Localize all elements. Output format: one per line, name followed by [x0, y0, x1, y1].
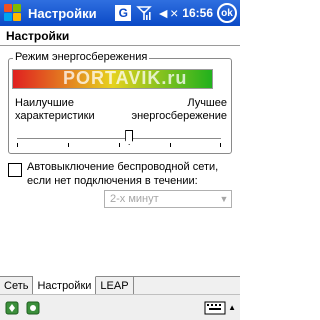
power-mode-legend: Режим энергосбережения: [13, 51, 150, 63]
watermark-text: PORTAVIK.ru: [63, 68, 188, 88]
wireless-icon[interactable]: [24, 299, 42, 317]
slider-tick: [220, 143, 221, 147]
slider-tick: [17, 143, 18, 147]
windows-start-icon[interactable]: [3, 3, 23, 23]
slider-tick: [119, 143, 120, 147]
timeout-dropdown-value: 2-х минут: [110, 193, 159, 205]
auto-off-checkbox[interactable]: [8, 163, 22, 177]
volume-icon[interactable]: ◄×: [156, 5, 178, 21]
auto-off-label: Автовыключение беспроводной сети, если н…: [27, 161, 219, 187]
tab-leap[interactable]: LEAP: [96, 276, 134, 295]
tab-bar: Сеть Настройки LEAP: [0, 275, 240, 295]
keyboard-icon[interactable]: ▲: [204, 301, 236, 315]
gprs-icon[interactable]: G: [115, 5, 132, 21]
ok-button[interactable]: ok: [217, 3, 237, 23]
slider-tick: [170, 143, 171, 147]
power-gradient-bar: PORTAVIK.ru: [12, 68, 213, 89]
power-slider-thumb[interactable]: [125, 130, 134, 145]
tab-settings[interactable]: Настройки: [33, 275, 97, 295]
clock[interactable]: 16:56: [182, 6, 213, 20]
timeout-dropdown[interactable]: 2-х минут ▼: [104, 190, 232, 208]
slider-tick: [68, 143, 69, 147]
signal-strength-icon[interactable]: [136, 5, 153, 21]
best-power-saving-label: Лучшее энергосбережение: [131, 97, 227, 122]
power-mode-group: Режим энергосбережения PORTAVIK.ru Наилу…: [8, 51, 232, 154]
bottom-bar: ▲: [0, 294, 240, 320]
app-title: Настройки: [28, 5, 97, 21]
best-performance-label: Наилучшие характеристики: [15, 97, 95, 122]
chevron-down-icon[interactable]: ▼: [217, 191, 231, 207]
power-slider-track[interactable]: [17, 138, 221, 140]
network-icon[interactable]: [3, 299, 21, 317]
title-bar: Настройки G ◄× 16:56 ok: [0, 0, 240, 26]
tab-network[interactable]: Сеть: [0, 276, 34, 295]
page-title: Настройки: [0, 26, 240, 46]
